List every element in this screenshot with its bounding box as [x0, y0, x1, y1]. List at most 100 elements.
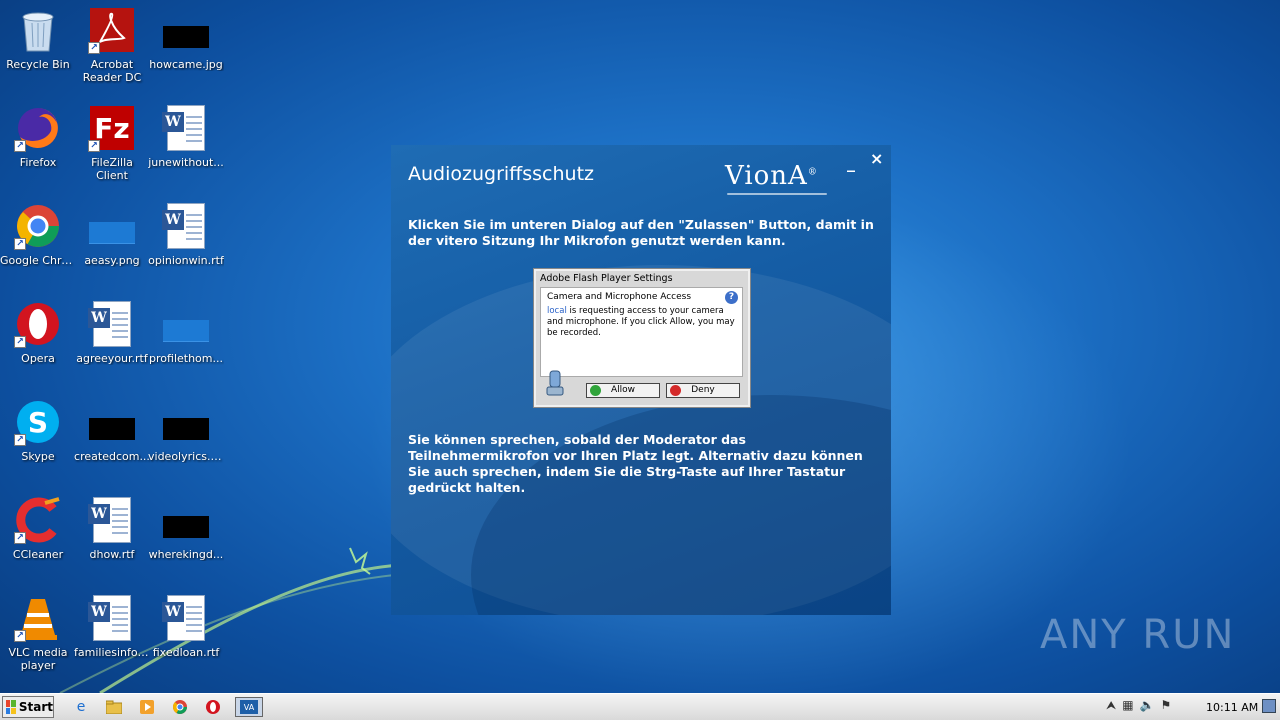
flash-origin-link[interactable]: local [547, 306, 567, 316]
microphone-icon [546, 370, 564, 396]
flash-settings-panel: Adobe Flash Player Settings Camera and M… [534, 269, 750, 407]
shortcut-arrow-icon: ↗ [88, 140, 100, 152]
deny-button[interactable]: Deny [666, 383, 740, 398]
desktop-icon-label: VLC media player [8, 646, 68, 672]
desktop-icon-label: agreeyour.rtf [76, 352, 148, 365]
desktop-icon-skype[interactable]: S ↗ Skype [0, 398, 76, 490]
desktop-icon-label: familiesinfo.rtf [74, 646, 150, 659]
minimize-button[interactable]: _ [847, 153, 855, 172]
skype-icon: S ↗ [14, 398, 62, 446]
clock[interactable]: 10:11 AM [1206, 701, 1258, 714]
recycle-bin-icon [14, 6, 62, 54]
opera-icon: ↗ [14, 300, 62, 348]
windows-logo-icon [6, 700, 16, 714]
flash-message: local is requesting access to your camer… [547, 306, 736, 339]
desktop-icon-recycle-bin[interactable]: Recycle Bin [0, 6, 76, 98]
desktop-icon-dhow-rtf[interactable]: Wdhow.rtf [74, 496, 150, 588]
flash-settings-title: Adobe Flash Player Settings [540, 273, 673, 284]
shortcut-arrow-icon: ↗ [14, 238, 26, 250]
svg-text:S: S [28, 406, 48, 439]
acrobat-icon: ↗ [88, 6, 136, 54]
desktop-icon-label: Google Chrome [0, 254, 76, 267]
desktop-icon-label: videolyrics.jpg [148, 450, 224, 463]
media-player-icon[interactable] [136, 697, 158, 717]
system-tray: ⮝ ▦ 🔈 ⚑ [1106, 698, 1171, 713]
desktop-icon-label: Firefox [19, 156, 57, 169]
deny-icon [670, 385, 681, 396]
file-explorer-icon[interactable] [103, 697, 125, 717]
check-icon [590, 385, 601, 396]
start-label: Start [18, 700, 53, 714]
close-button[interactable]: × [870, 149, 883, 168]
desktop-icon-label: wherekingd... [148, 548, 224, 561]
desktop-icon-acrobat-reader-dc[interactable]: ↗ Acrobat Reader DC [74, 6, 150, 98]
flash-message-body: is requesting access to your camera and … [547, 306, 735, 338]
blue-image-icon [88, 202, 136, 250]
allow-button[interactable]: Allow [586, 383, 660, 398]
shortcut-arrow-icon: ↗ [88, 42, 100, 54]
desktop-icon-createdcom[interactable]: createdcom... [74, 398, 150, 490]
start-button[interactable]: Start [2, 696, 54, 718]
desktop-icon-junewithout[interactable]: Wjunewithout... [148, 104, 224, 196]
desktop-icon-howcame-jpg[interactable]: howcame.jpg [148, 6, 224, 98]
dialog-intro-text: Klicken Sie im unteren Dialog auf den "Z… [408, 217, 874, 248]
network-icon[interactable]: ▦ [1122, 698, 1133, 713]
desktop-icon-label: Recycle Bin [6, 58, 70, 71]
desktop-icon-label: aeasy.png [84, 254, 140, 267]
viona-taskbar-button[interactable]: VA [235, 697, 263, 717]
desktop-icon-label: createdcom... [74, 450, 150, 463]
shortcut-arrow-icon: ↗ [14, 336, 26, 348]
desktop-icon-google-chrome[interactable]: ↗ Google Chrome [0, 202, 76, 294]
shortcut-arrow-icon: ↗ [14, 434, 26, 446]
black-image-icon [88, 398, 136, 446]
taskbar: Start e VA ⮝ ▦ 🔈 ⚑ 10:11 AM [0, 693, 1280, 720]
ccleaner-icon: ↗ [14, 496, 62, 544]
internet-explorer-icon[interactable]: e [70, 697, 92, 717]
desktop-icon-agreeyour-rtf[interactable]: Wagreeyour.rtf [74, 300, 150, 392]
desktop-icon-videolyrics-jpg[interactable]: videolyrics.jpg [148, 398, 224, 490]
desktop-icon-vlc-media-player[interactable]: ↗ VLC media player [0, 594, 76, 686]
vlc-icon: ↗ [14, 594, 62, 642]
desktop-icon-label: Acrobat Reader DC [82, 58, 142, 84]
desktop-icon-label: Skype [21, 450, 55, 463]
desktop-icon-label: FileZilla Client [91, 156, 133, 182]
action-center-flag-icon[interactable]: ⚑ [1161, 698, 1172, 713]
black-image-icon [162, 398, 210, 446]
desktop-icon-aeasy-png[interactable]: aeasy.png [74, 202, 150, 294]
shortcut-arrow-icon: ↗ [14, 630, 26, 642]
black-image-icon [162, 496, 210, 544]
desktop-icon-label: fixedloan.rtf [152, 646, 220, 659]
show-hidden-icons-icon[interactable]: ⮝ [1106, 698, 1116, 713]
desktop-icon-opinionwin-rtf[interactable]: Wopinionwin.rtf [148, 202, 224, 294]
viona-logo: VionA® [725, 161, 818, 191]
opera-taskbar-icon[interactable] [202, 697, 224, 717]
chrome-icon: ↗ [14, 202, 62, 250]
word-doc-icon: W [88, 594, 136, 642]
desktop-icon-label: CCleaner [12, 548, 64, 561]
flash-heading: Camera and Microphone Access [547, 292, 692, 302]
show-desktop-button[interactable] [1262, 699, 1276, 713]
chrome-taskbar-icon[interactable] [169, 697, 191, 717]
desktop-icon-wherekingd[interactable]: wherekingd... [148, 496, 224, 588]
word-doc-icon: W [162, 594, 210, 642]
audio-access-dialog: Audiozugriffsschutz VionA® _ × Klicken S… [391, 145, 891, 615]
flash-settings-content: Camera and Microphone Access ? local is … [540, 287, 743, 377]
desktop-icon-fixedloan-rtf[interactable]: Wfixedloan.rtf [148, 594, 224, 686]
viona-logo-swoosh [727, 193, 827, 195]
word-doc-icon: W [88, 496, 136, 544]
desktop-icon-ccleaner[interactable]: ↗ CCleaner [0, 496, 76, 588]
volume-icon[interactable]: 🔈 [1140, 698, 1155, 713]
svg-text:VA: VA [244, 703, 255, 712]
desktop-icon-familiesinfo-rtf[interactable]: Wfamiliesinfo.rtf [74, 594, 150, 686]
word-doc-icon: W [162, 104, 210, 152]
filezilla-icon: Fz ↗ [88, 104, 136, 152]
word-doc-icon: W [162, 202, 210, 250]
desktop-icon-firefox[interactable]: ↗ Firefox [0, 104, 76, 196]
desktop-icon-filezilla-client[interactable]: Fz ↗ FileZilla Client [74, 104, 150, 196]
deny-label: Deny [691, 385, 715, 395]
help-icon[interactable]: ? [725, 291, 738, 304]
shortcut-arrow-icon: ↗ [14, 532, 26, 544]
viona-logo-text: VionA [725, 161, 808, 191]
desktop-icon-profilethom[interactable]: profilethom... [148, 300, 224, 392]
desktop-icon-opera[interactable]: ↗ Opera [0, 300, 76, 392]
